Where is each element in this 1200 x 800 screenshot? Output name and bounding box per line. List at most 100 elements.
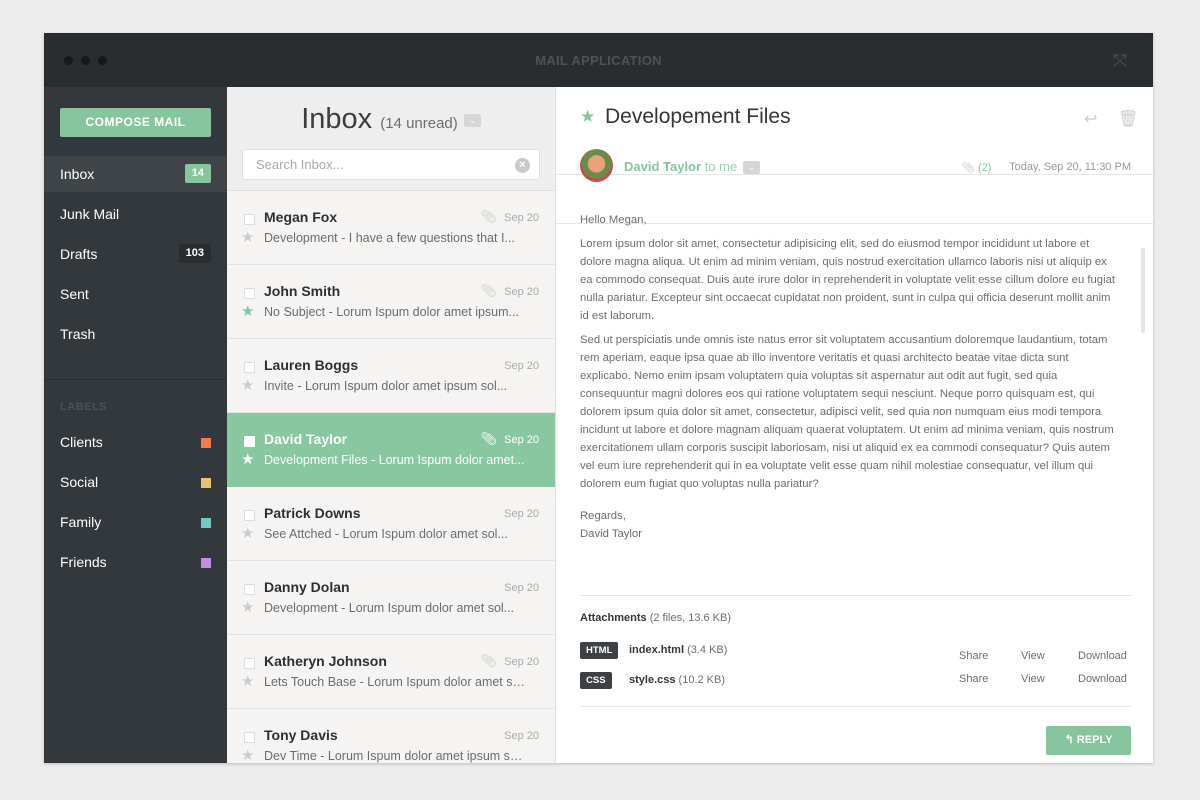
sidebar-item-inbox[interactable]: Inbox 14 [44, 156, 227, 192]
sender-name: Lauren Boggs [264, 357, 359, 373]
message-date: Sep 20 [504, 212, 539, 224]
sidebar-item-trash[interactable]: Trash [44, 316, 227, 352]
greeting: Hello Megan, [580, 214, 647, 226]
folder-title: Inbox [301, 103, 373, 135]
label-color-swatch [201, 558, 211, 568]
labels-heading: LABELS [60, 401, 107, 413]
message-date: Sep 20 [504, 508, 539, 520]
folder-label: Drafts [60, 246, 98, 262]
message-snippet: Dev Time - Lorum Ispum dolor amet ipsum … [264, 749, 526, 763]
download-link[interactable]: Download [1078, 650, 1127, 662]
star-icon[interactable]: ★ [241, 376, 254, 394]
scrollbar[interactable] [1141, 248, 1145, 333]
search-placeholder: Search Inbox... [256, 157, 344, 172]
star-icon[interactable]: ★ [241, 228, 254, 246]
file-name[interactable]: style.css (10.2 KB) [629, 674, 725, 686]
message-date: Sep 20 [504, 360, 539, 372]
compose-mail-button[interactable]: COMPOSE MAIL [60, 108, 211, 137]
file-size: (10.2 KB) [678, 674, 726, 686]
label-item-clients[interactable]: Clients [44, 424, 227, 460]
message-date: Sep 20 [504, 730, 539, 742]
fullscreen-icon[interactable]: ⤧ [1110, 51, 1130, 71]
select-checkbox[interactable] [244, 732, 255, 743]
sidebar-item-junk-mail[interactable]: Junk Mail [44, 196, 227, 232]
file-type-badge: HTML [580, 642, 619, 659]
label-item-family[interactable]: Family [44, 504, 227, 540]
select-checkbox[interactable] [244, 288, 255, 299]
reply-icon: ↰ [1064, 734, 1074, 746]
chevron-down-icon[interactable]: ⌄ [463, 113, 481, 127]
select-checkbox[interactable] [244, 214, 255, 225]
view-link[interactable]: View [1021, 673, 1045, 685]
reply-icon[interactable]: ↩ [1084, 109, 1097, 129]
star-icon[interactable]: ★ [580, 107, 595, 127]
message-subject: Developement Files [605, 105, 791, 128]
reply-button[interactable]: ↰ REPLY [1046, 726, 1131, 755]
chevron-down-icon[interactable]: ⌄ [743, 161, 761, 175]
message-row[interactable]: ★ John Smith No Subject - Lorum Ispum do… [227, 265, 555, 339]
share-link[interactable]: Share [959, 650, 988, 662]
sidebar: COMPOSE MAIL Inbox 14 Junk Mail Drafts 103… [44, 87, 227, 763]
select-checkbox[interactable] [244, 658, 255, 669]
attachments-summary: (2 files, 13.6 KB) [649, 612, 732, 624]
message-row[interactable]: ★ Megan Fox Development - I have a few q… [227, 191, 555, 265]
select-checkbox[interactable] [244, 510, 255, 521]
view-link[interactable]: View [1021, 650, 1045, 662]
star-icon[interactable]: ★ [241, 598, 254, 616]
sender-name: Danny Dolan [264, 579, 350, 595]
file-name[interactable]: index.html (3.4 KB) [629, 644, 727, 656]
body-paragraph: Sed ut perspiciatis unde omnis iste natu… [580, 334, 1114, 490]
attachments-heading: Attachments (2 files, 13.6 KB) [580, 612, 731, 624]
sender-name: Tony Davis [264, 727, 338, 743]
sender-avatar [580, 149, 613, 182]
clear-search-icon[interactable]: × [515, 158, 530, 173]
download-link[interactable]: Download [1078, 673, 1127, 685]
paperclip-icon: 📎︎ [480, 283, 497, 298]
label-color-swatch [201, 438, 211, 448]
message-row[interactable]: ★ David Taylor Development Files - Lorum… [227, 413, 555, 487]
sender-name[interactable]: David Taylor [624, 159, 701, 174]
star-icon[interactable]: ★ [241, 746, 254, 763]
select-checkbox[interactable] [244, 362, 255, 373]
recipient: to me [704, 159, 738, 174]
message-row[interactable]: ★ Danny Dolan Development - Lorum Ispum … [227, 561, 555, 635]
label-item-social[interactable]: Social [44, 464, 227, 500]
mail-window: MAIL APPLICATION ⤧ COMPOSE MAIL Inbox 14 … [44, 33, 1153, 763]
paperclip-icon: 📎︎ [480, 209, 497, 224]
paperclip-icon: 📎︎ [480, 431, 497, 446]
star-icon[interactable]: ★ [241, 672, 254, 690]
list-header: Inbox (14 unread) ⌄ Search Inbox... × [227, 87, 555, 191]
message-row[interactable]: ★ Tony Davis Dev Time - Lorum Ispum dolo… [227, 709, 555, 763]
search-input[interactable]: Search Inbox... × [242, 149, 540, 180]
divider [580, 706, 1131, 707]
message-row[interactable]: ★ Lauren Boggs Invite - Lorum Ispum dolo… [227, 339, 555, 413]
message-snippet: No Subject - Lorum Ispum dolor amet ipsu… [264, 305, 519, 319]
select-checkbox[interactable] [244, 436, 255, 447]
sidebar-item-sent[interactable]: Sent [44, 276, 227, 312]
label-name: Social [60, 474, 99, 490]
divider [580, 595, 1131, 596]
select-checkbox[interactable] [244, 584, 255, 595]
trash-icon[interactable]: 🗑 [1118, 109, 1138, 129]
file-size: (3.4 KB) [687, 644, 728, 656]
divider [556, 174, 1153, 175]
reply-label: REPLY [1076, 734, 1113, 746]
message-snippet: Lets Touch Base - Lorum Ispum dolor amet… [264, 675, 526, 689]
folder-label: Trash [60, 326, 96, 342]
sidebar-item-drafts[interactable]: Drafts 103 [44, 236, 227, 272]
message-list: Inbox (14 unread) ⌄ Search Inbox... × ★ Me… [227, 87, 556, 763]
message-snippet: See Attched - Lorum Ispum dolor amet sol… [264, 527, 508, 541]
message-row[interactable]: ★ Katheryn Johnson Lets Touch Base - Lor… [227, 635, 555, 709]
sender-line: David Taylor to me ⌄ [624, 159, 761, 175]
file-name-text: index.html [629, 644, 685, 656]
star-icon[interactable]: ★ [241, 524, 254, 542]
message-row[interactable]: ★ Patrick Downs See Attched - Lorum Ispu… [227, 487, 555, 561]
label-name: Friends [60, 554, 107, 570]
attachment-item: HTML index.html (3.4 KB) Share View Down… [580, 642, 1130, 662]
window-title: MAIL APPLICATION [535, 53, 662, 68]
star-icon[interactable]: ★ [241, 450, 254, 468]
attachment-count[interactable]: 📎︎ (2) [961, 161, 991, 174]
label-item-friends[interactable]: Friends [44, 544, 227, 580]
star-icon[interactable]: ★ [241, 302, 254, 320]
share-link[interactable]: Share [959, 673, 988, 685]
